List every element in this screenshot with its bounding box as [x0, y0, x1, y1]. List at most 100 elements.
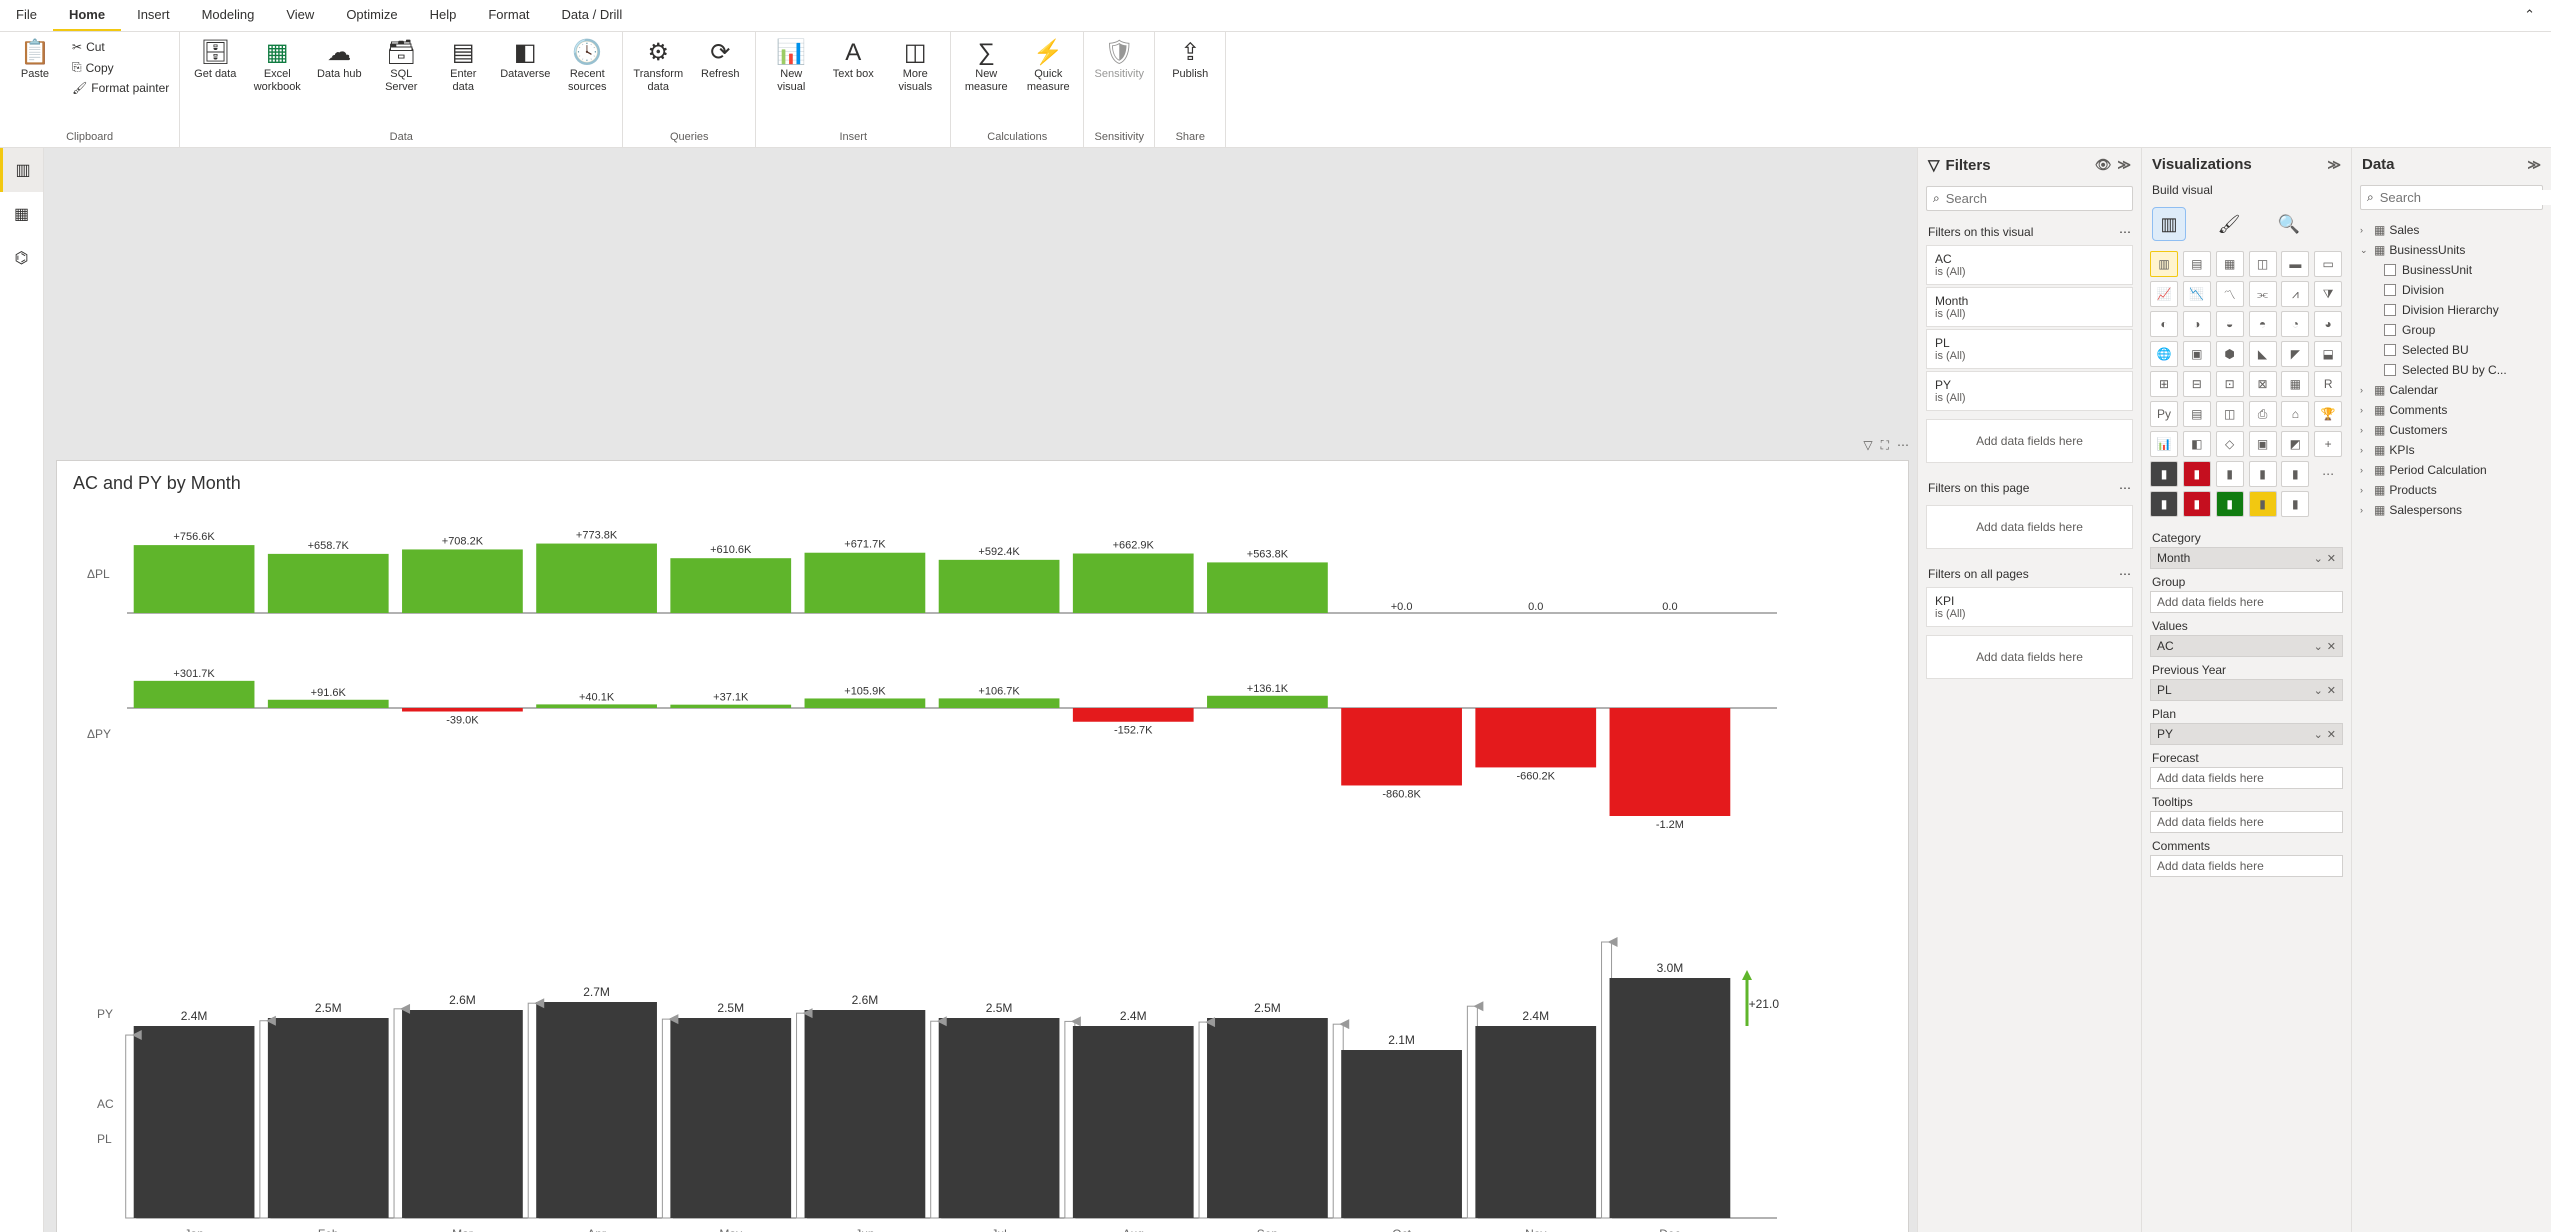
viz-type-cell[interactable]: ◕ — [2314, 311, 2342, 337]
viz-custom-cell[interactable]: ▮ — [2150, 461, 2178, 487]
visual-focus-icon[interactable]: ⛶ — [1881, 438, 1889, 453]
viz-type-cell[interactable]: ⧩ — [2314, 281, 2342, 307]
field-checkbox[interactable] — [2384, 264, 2396, 276]
add-all-filter-zone[interactable]: Add data fields here — [1926, 635, 2133, 679]
table-row[interactable]: ›▦Comments — [2356, 400, 2547, 420]
chevron-down-icon[interactable]: ⌄ — [2314, 684, 2323, 697]
viz-type-cell[interactable]: R — [2314, 371, 2342, 397]
table-row[interactable]: ›▦Products — [2356, 480, 2547, 500]
paste-button[interactable]: 📋Paste — [6, 34, 64, 85]
table-row[interactable]: ›▦Sales — [2356, 220, 2547, 240]
well-forecast[interactable]: Add data fields here — [2150, 767, 2343, 789]
tab-view[interactable]: View — [270, 0, 330, 31]
viz-type-cell[interactable]: ◒ — [2216, 311, 2244, 337]
viz-custom-cell[interactable]: ▮ — [2249, 491, 2277, 517]
viz-type-cell[interactable]: ◣ — [2249, 341, 2277, 367]
model-view-button[interactable]: ⌬ — [0, 236, 43, 280]
remove-field-icon[interactable]: ✕ — [2327, 684, 2336, 697]
viz-custom-cell[interactable]: ▮ — [2216, 491, 2244, 517]
visual-more-icon[interactable]: ⋯ — [1897, 438, 1909, 453]
expand-viz-icon[interactable]: ≫ — [2327, 157, 2341, 173]
format-painter-button[interactable]: 🖌Format painter — [68, 79, 173, 97]
format-visual-tab[interactable]: 🖌 — [2212, 207, 2246, 241]
viz-type-cell[interactable]: ▥ — [2150, 251, 2178, 277]
transform-data-button[interactable]: ⚙Transform data — [629, 34, 687, 98]
viz-type-cell[interactable]: ◔ — [2281, 311, 2309, 337]
data-view-button[interactable]: ▦ — [0, 192, 43, 236]
sensitivity-button[interactable]: 🛡Sensitivity — [1090, 34, 1148, 85]
viz-custom-cell[interactable]: ▮ — [2183, 491, 2211, 517]
field-checkbox[interactable] — [2384, 304, 2396, 316]
field-row[interactable]: Selected BU by C... — [2380, 360, 2547, 380]
table-row[interactable]: ›▦Salespersons — [2356, 500, 2547, 520]
field-checkbox[interactable] — [2384, 364, 2396, 376]
report-view-button[interactable]: ▥ — [0, 148, 43, 192]
viz-type-cell[interactable]: ▤ — [2183, 401, 2211, 427]
viz-type-cell[interactable]: 🏆 — [2314, 401, 2342, 427]
expand-data-icon[interactable]: ≫ — [2527, 157, 2541, 173]
filter-card[interactable]: ACis (All) — [1926, 245, 2133, 285]
viz-type-cell[interactable]: 〽 — [2216, 281, 2244, 307]
filters-search-input[interactable] — [1946, 191, 2126, 206]
tab-format[interactable]: Format — [472, 0, 545, 31]
well-group[interactable]: Add data fields here — [2150, 591, 2343, 613]
field-row[interactable]: Group — [2380, 320, 2547, 340]
viz-type-cell[interactable]: ◩ — [2281, 431, 2309, 457]
viz-type-cell[interactable]: ▬ — [2281, 251, 2309, 277]
chevron-down-icon[interactable]: ⌄ — [2314, 728, 2323, 741]
tab-modeling[interactable]: Modeling — [186, 0, 271, 31]
viz-type-cell[interactable]: ◇ — [2216, 431, 2244, 457]
viz-type-cell[interactable]: + — [2314, 431, 2342, 457]
tab-file[interactable]: File — [0, 0, 53, 31]
data-hub-button[interactable]: ☁Data hub — [310, 34, 368, 85]
build-visual-tab[interactable]: ▥ — [2152, 207, 2186, 241]
more-visuals-button[interactable]: ◫More visuals — [886, 34, 944, 98]
table-row[interactable]: ⌄▦BusinessUnits — [2356, 240, 2547, 260]
viz-type-cell[interactable]: 📉 — [2183, 281, 2211, 307]
viz-custom-cell[interactable]: ▮ — [2281, 461, 2309, 487]
tab-insert[interactable]: Insert — [121, 0, 186, 31]
tab-data-drill[interactable]: Data / Drill — [546, 0, 639, 31]
viz-type-cell[interactable]: ◤ — [2281, 341, 2309, 367]
viz-type-cell[interactable]: ▭ — [2314, 251, 2342, 277]
filter-card[interactable]: PYis (All) — [1926, 371, 2133, 411]
filters-visual-more[interactable]: ⋯ — [2119, 225, 2131, 239]
enter-data-button[interactable]: ▤Enter data — [434, 34, 492, 98]
viz-type-cell[interactable]: ⌂ — [2281, 401, 2309, 427]
dataverse-button[interactable]: ◧Dataverse — [496, 34, 554, 85]
viz-type-cell[interactable]: ◫ — [2216, 401, 2244, 427]
collapse-ribbon-button[interactable]: ⌃ — [2508, 0, 2551, 31]
new-visual-button[interactable]: 📊New visual — [762, 34, 820, 98]
table-row[interactable]: ›▦KPIs — [2356, 440, 2547, 460]
chevron-down-icon[interactable]: ⌄ — [2314, 552, 2323, 565]
viz-type-cell[interactable]: ▣ — [2249, 431, 2277, 457]
viz-type-cell[interactable]: 🌐 — [2150, 341, 2178, 367]
tab-optimize[interactable]: Optimize — [330, 0, 413, 31]
well-tooltips[interactable]: Add data fields here — [2150, 811, 2343, 833]
filters-all-more[interactable]: ⋯ — [2119, 567, 2131, 581]
excel-workbook-button[interactable]: ▦Excel workbook — [248, 34, 306, 98]
quick-measure-button[interactable]: ⚡Quick measure — [1019, 34, 1077, 98]
chevron-down-icon[interactable]: ⌄ — [2314, 640, 2323, 653]
viz-type-cell[interactable]: ◐ — [2150, 311, 2178, 337]
field-checkbox[interactable] — [2384, 284, 2396, 296]
table-row[interactable]: ›▦Period Calculation — [2356, 460, 2547, 480]
viz-custom-cell[interactable]: ▮ — [2249, 461, 2277, 487]
viz-custom-cell[interactable]: ▮ — [2183, 461, 2211, 487]
field-checkbox[interactable] — [2384, 344, 2396, 356]
refresh-button[interactable]: ⟳Refresh — [691, 34, 749, 85]
viz-type-cell[interactable]: ⊠ — [2249, 371, 2277, 397]
well-category[interactable]: Month⌄✕ — [2150, 547, 2343, 569]
recent-sources-button[interactable]: 🕓Recent sources — [558, 34, 616, 98]
analytics-tab[interactable]: 🔍 — [2272, 207, 2306, 241]
viz-custom-cell[interactable]: ⋯ — [2314, 461, 2342, 487]
viz-type-cell[interactable]: ◧ — [2183, 431, 2211, 457]
filter-card[interactable]: KPIis (All) — [1926, 587, 2133, 627]
publish-button[interactable]: ⇪Publish — [1161, 34, 1219, 85]
viz-type-cell[interactable]: ⊡ — [2216, 371, 2244, 397]
well-prev-year[interactable]: PL⌄✕ — [2150, 679, 2343, 701]
sql-server-button[interactable]: 🗃SQL Server — [372, 34, 430, 98]
viz-type-cell[interactable]: Py — [2150, 401, 2178, 427]
viz-type-cell[interactable]: ⊟ — [2183, 371, 2211, 397]
filter-card[interactable]: Monthis (All) — [1926, 287, 2133, 327]
